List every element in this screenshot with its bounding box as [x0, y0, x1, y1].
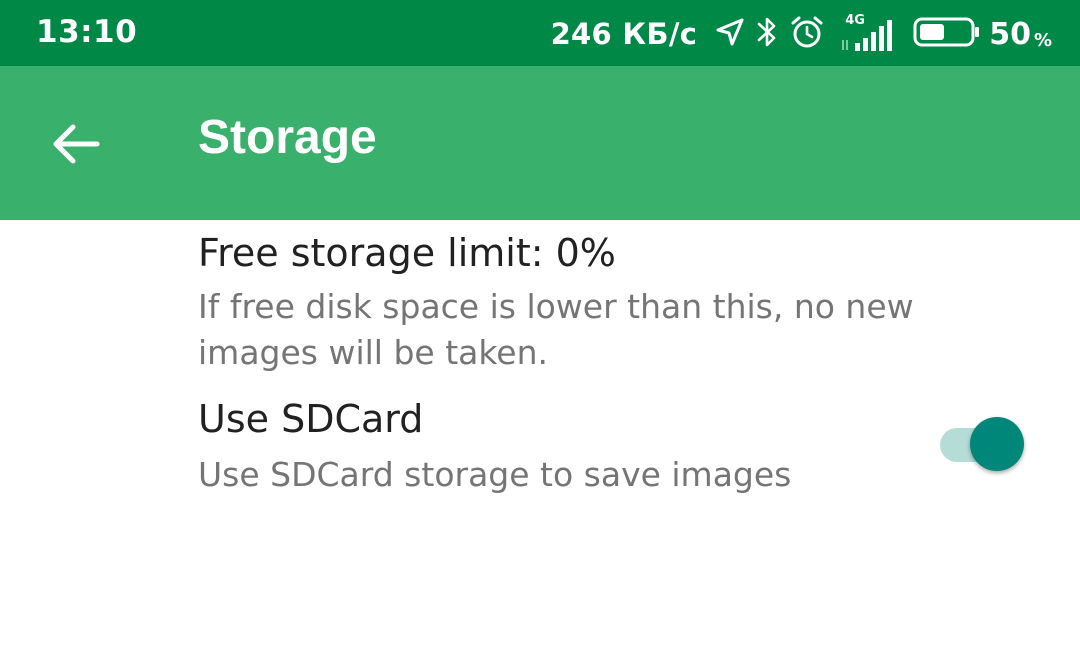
arrow-back-icon [53, 124, 100, 164]
app-bar: Storage [0, 66, 1080, 220]
pref-summary: If free disk space is lower than this, n… [198, 287, 914, 372]
location-arrow-icon [715, 17, 745, 51]
status-icons: 246 КБ/с 4G 50 % [551, 12, 1052, 56]
battery-icon [913, 15, 981, 53]
alarm-icon [789, 14, 825, 54]
page-title: Storage [198, 111, 377, 164]
status-bar: 13:10 246 КБ/с 4G 50 % [0, 0, 1080, 66]
back-button[interactable] [40, 108, 112, 180]
battery-percent-sign: % [1033, 29, 1052, 51]
pref-title: Free storage limit: 0% [198, 231, 616, 275]
switch-thumb [970, 417, 1024, 471]
pref-summary: Use SDCard storage to save images [198, 455, 792, 494]
signal-4g-icon: 4G [839, 13, 897, 52]
pref-free-storage-limit[interactable]: Free storage limit: 0% If free disk spac… [198, 230, 968, 376]
battery-percent: 50 [989, 16, 1031, 52]
network-speed: 246 КБ/с [550, 17, 698, 51]
pref-use-sdcard[interactable]: Use SDCard Use SDCard storage to save im… [198, 396, 968, 498]
pref-title: Use SDCard [198, 397, 424, 441]
use-sdcard-switch[interactable] [938, 416, 1030, 476]
bluetooth-icon [755, 15, 779, 53]
status-time: 13:10 [36, 14, 138, 50]
